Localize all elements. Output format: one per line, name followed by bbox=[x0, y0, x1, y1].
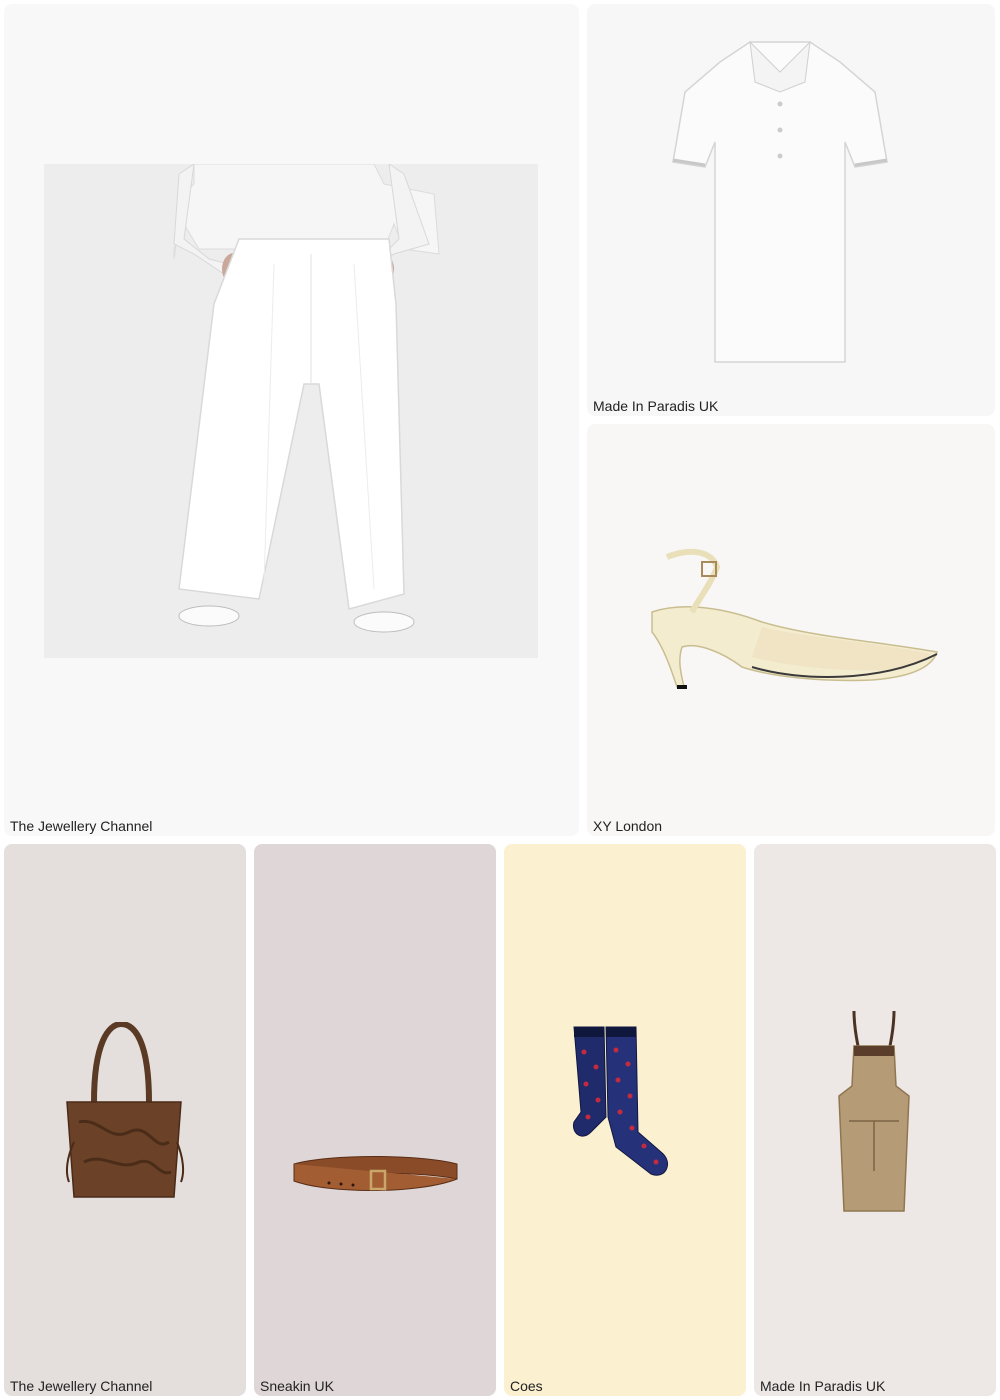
slingback-heel-photo bbox=[651, 548, 938, 689]
product-card-polo-shirt[interactable]: Made In Paradis UK bbox=[587, 4, 995, 416]
brand-label: The Jewellery Channel bbox=[10, 818, 153, 834]
brand-label: Made In Paradis UK bbox=[593, 398, 719, 414]
product-card-socks[interactable]: Coes bbox=[504, 844, 746, 1396]
product-card-leather-belt[interactable]: Sneakin UK bbox=[254, 844, 496, 1396]
brand-label: Made In Paradis UK bbox=[760, 1378, 886, 1394]
apron-photo bbox=[838, 1010, 910, 1212]
product-card-tote-bag[interactable]: The Jewellery Channel bbox=[4, 844, 246, 1396]
brand-label: Coes bbox=[510, 1378, 543, 1394]
tote-bag-photo bbox=[65, 1022, 185, 1198]
product-card-slingback-heel[interactable]: XY London bbox=[587, 424, 995, 836]
brand-label: XY London bbox=[593, 818, 663, 834]
brand-label: The Jewellery Channel bbox=[10, 1378, 153, 1394]
leather-belt-photo bbox=[293, 1156, 458, 1191]
product-card-apron[interactable]: Made In Paradis UK bbox=[754, 844, 996, 1396]
socks-photo bbox=[572, 1026, 669, 1176]
brand-label: Sneakin UK bbox=[260, 1378, 334, 1394]
polo-shirt-photo bbox=[672, 40, 888, 363]
wide-leg-trousers-photo bbox=[44, 164, 538, 658]
product-card-trousers[interactable]: The Jewellery Channel bbox=[4, 4, 579, 836]
